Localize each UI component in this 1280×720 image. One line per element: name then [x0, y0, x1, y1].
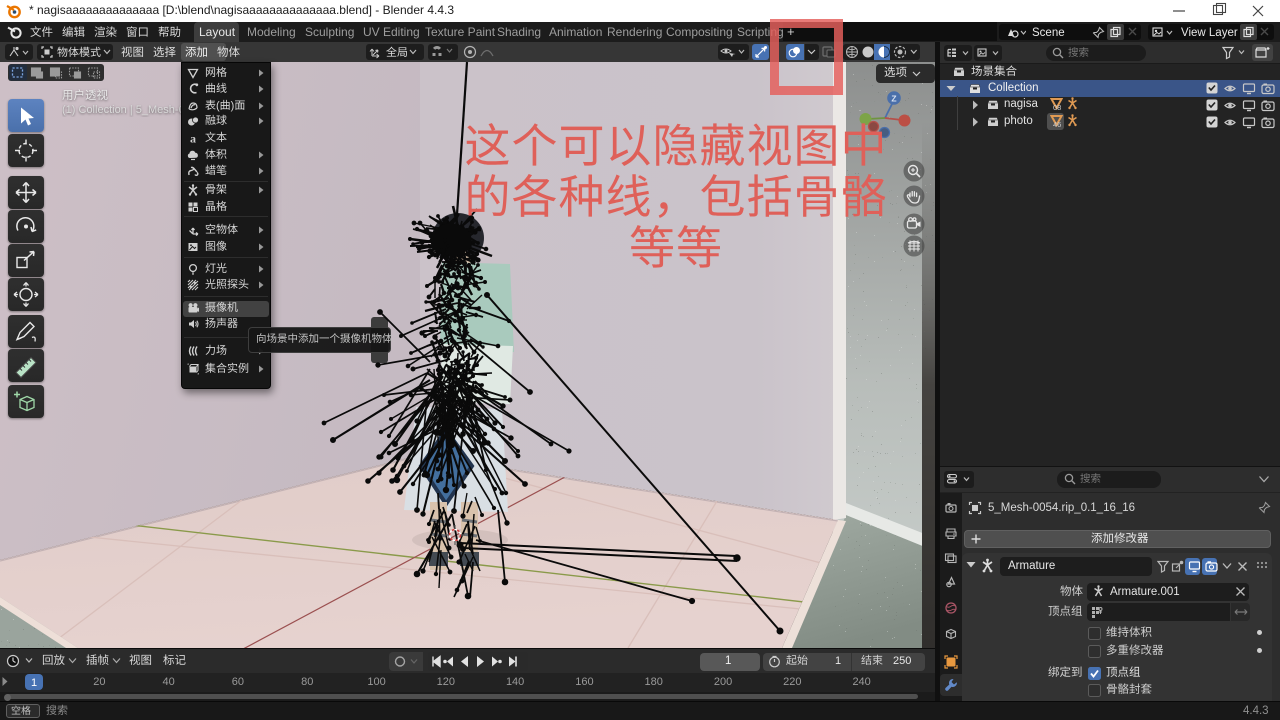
svg-text:a: a: [190, 132, 196, 144]
svg-text:Z: Z: [891, 94, 896, 104]
